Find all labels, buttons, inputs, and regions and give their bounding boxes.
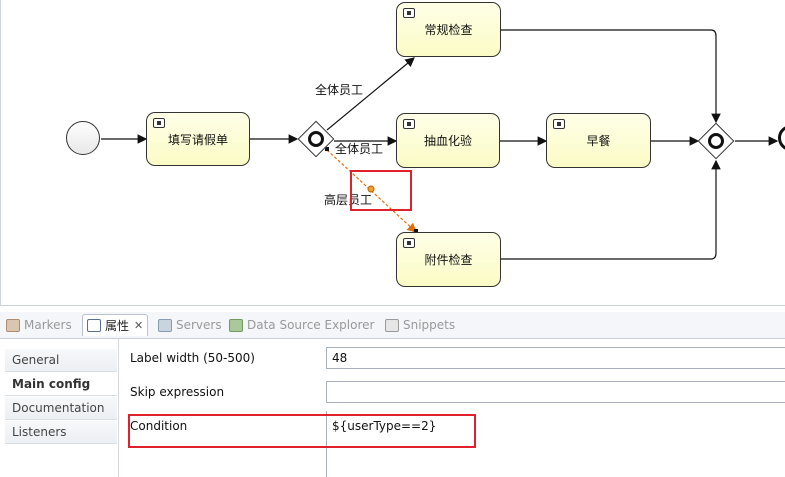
task-extra-check[interactable]: 附件检查 <box>396 232 501 287</box>
start-event[interactable] <box>66 121 100 155</box>
task-routine-check[interactable]: 常规检查 <box>396 2 501 57</box>
tab-snippets[interactable]: Snippets <box>385 314 455 336</box>
gateway-split-marker-icon <box>308 131 324 147</box>
properties-panel: General Main config Documentation Listen… <box>0 339 785 477</box>
tab-data-source-explorer[interactable]: Data Source Explorer <box>229 314 374 336</box>
flow-label-all-staff-upper[interactable]: 全体员工 <box>315 81 363 98</box>
sidebar-item-documentation[interactable]: Documentation <box>5 397 117 420</box>
task-label: 抽血化验 <box>423 134 472 148</box>
tab-label: Markers <box>24 318 72 332</box>
properties-sidebar: General Main config Documentation Listen… <box>0 339 119 477</box>
skip-expression-input[interactable] <box>326 381 785 403</box>
properties-icon <box>87 319 101 332</box>
servers-icon <box>158 318 172 332</box>
tab-label: 属性 <box>105 319 130 333</box>
highlight-box-condition <box>128 414 476 448</box>
tab-label: Servers <box>176 318 222 332</box>
snippets-icon <box>385 318 399 332</box>
task-label: 早餐 <box>586 134 611 148</box>
flow-label-all-staff-middle[interactable]: 全体员工 <box>335 140 383 157</box>
label-width-input[interactable] <box>326 347 785 369</box>
user-task-icon <box>403 238 415 248</box>
tab-markers[interactable]: Markers <box>6 314 72 336</box>
gateway-join-marker-icon <box>708 133 724 149</box>
sidebar-item-general[interactable]: General <box>5 349 117 372</box>
sidebar-item-main-config[interactable]: Main config <box>5 373 117 396</box>
task-label: 附件检查 <box>424 253 473 267</box>
label-width-label: Label width (50-500) <box>130 351 255 365</box>
tab-servers[interactable]: Servers <box>158 314 222 336</box>
user-task-icon <box>153 118 165 128</box>
data-source-icon <box>229 318 243 332</box>
process-diagram-canvas[interactable]: 填写请假单 常规检查 抽血化验 早餐 附件检查 全体员工 全体员工 高层员工 <box>0 0 785 306</box>
view-tab-bar: Markers 属性 ✕ Servers Data Source Explore… <box>0 312 785 339</box>
flow-routine-to-join[interactable] <box>501 29 721 124</box>
close-tab-icon[interactable]: ✕ <box>134 319 143 332</box>
sequence-flows <box>101 29 779 260</box>
skip-expression-label: Skip expression <box>130 385 225 399</box>
user-task-icon <box>403 8 415 18</box>
task-label: 填写请假单 <box>167 132 228 147</box>
user-task-icon <box>403 119 415 129</box>
tab-properties[interactable]: 属性 ✕ <box>82 314 149 336</box>
task-fill-leave-form[interactable]: 填写请假单 <box>146 112 250 166</box>
task-label: 常规检查 <box>424 23 473 37</box>
sidebar-item-listeners[interactable]: Listeners <box>5 421 117 444</box>
user-task-icon <box>553 119 565 129</box>
highlight-box-flow-label <box>350 170 412 211</box>
markers-icon <box>6 318 20 332</box>
task-breakfast[interactable]: 早餐 <box>546 113 651 168</box>
tab-label: Snippets <box>403 318 456 332</box>
tab-label: Data Source Explorer <box>247 318 375 332</box>
flow-extra-to-join[interactable] <box>501 159 721 260</box>
task-blood-test[interactable]: 抽血化验 <box>396 113 500 168</box>
